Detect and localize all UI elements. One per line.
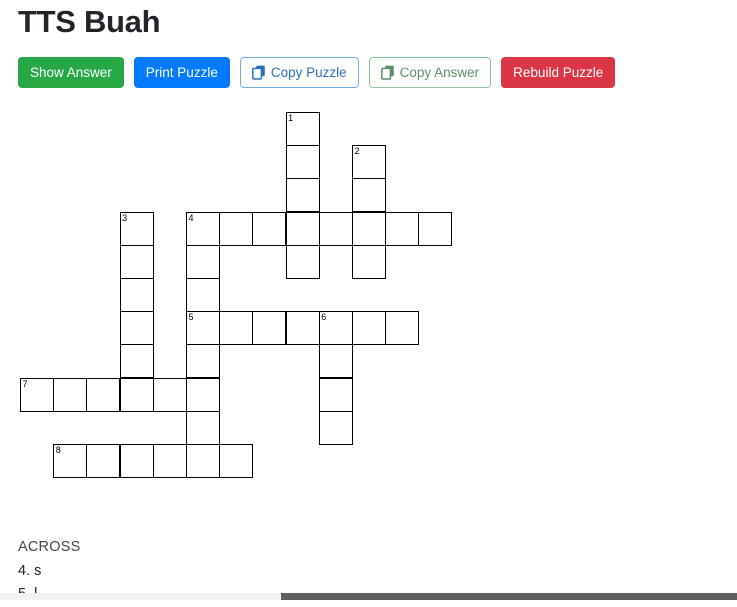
crossword-grid[interactable]: 1 2 3 4 5 6 7 8 [0,0,737,500]
crossword-cell[interactable] [285,178,320,213]
crossword-cell[interactable] [352,311,386,346]
clue-number: 4. [18,562,31,579]
crossword-cell[interactable] [252,211,287,246]
cell-number: 7 [22,378,28,389]
crossword-cell[interactable] [252,311,287,346]
crossword-cell-numbered-4[interactable]: 4 [186,211,220,246]
cell-number: 8 [55,445,61,455]
crossword-cell[interactable] [152,444,187,478]
crossword-cell[interactable] [285,311,320,346]
crossword-cell-numbered-8[interactable]: 8 [53,444,88,478]
crossword-cell[interactable] [285,211,320,246]
crossword-cell[interactable] [318,211,353,246]
crossword-cell[interactable] [86,377,121,412]
cell-number: 4 [188,212,194,223]
crossword-cell-numbered-7[interactable]: 7 [20,377,54,412]
crossword-cell[interactable] [418,211,453,246]
crossword-cell[interactable] [219,311,254,346]
crossword-cell-numbered-2[interactable]: 2 [352,145,386,180]
clue-item-across: 4. s [18,560,80,584]
crossword-cell[interactable] [219,211,254,246]
crossword-cell[interactable] [186,278,220,312]
crossword-cell-numbered-5[interactable]: 5 [186,311,220,346]
crossword-cell[interactable] [53,377,88,412]
crossword-cell[interactable] [285,145,320,180]
cell-number: 2 [354,146,360,157]
crossword-cell[interactable] [186,444,220,478]
crossword-cell[interactable] [318,377,353,412]
crossword-cell[interactable] [352,244,386,279]
crossword-cell[interactable] [152,377,187,412]
crossword-cell[interactable] [186,410,220,445]
crossword-cell[interactable] [119,344,154,379]
crossword-cell[interactable] [352,211,386,246]
cell-number: 1 [288,113,294,123]
crossword-page: TTS Buah Show Answer Print Puzzle Copy Puz… [0,0,737,600]
crossword-cell-numbered-1[interactable]: 1 [285,112,320,146]
crossword-cell-numbered-6[interactable]: 6 [318,311,353,346]
cell-number: 3 [122,212,128,223]
crossword-cell[interactable] [318,410,353,445]
crossword-cell[interactable] [119,311,154,346]
crossword-cell[interactable] [119,444,154,478]
clues-across-heading: ACROSS [18,539,81,555]
clue-text: s [34,562,42,579]
crossword-cell[interactable] [352,178,386,213]
crossword-cell[interactable] [119,377,154,412]
clues-panel: ACROSS 4. s5. l [18,536,80,600]
crossword-cell[interactable] [119,278,154,312]
crossword-cell-numbered-3[interactable]: 3 [119,211,154,246]
crossword-cell[interactable] [186,244,220,279]
cell-number: 6 [321,312,327,323]
crossword-cell[interactable] [385,211,420,246]
crossword-cell[interactable] [186,377,220,412]
crossword-cell[interactable] [219,444,254,478]
crossword-cell[interactable] [119,244,154,279]
crossword-cell[interactable] [318,344,353,379]
crossword-cell[interactable] [385,311,420,346]
cell-number: 5 [188,312,194,323]
crossword-cell[interactable] [86,444,121,478]
crossword-cell[interactable] [285,244,320,279]
horizontal-scrollbar-thumb[interactable] [281,593,737,600]
crossword-cell[interactable] [186,344,220,379]
horizontal-scrollbar[interactable] [0,593,737,600]
